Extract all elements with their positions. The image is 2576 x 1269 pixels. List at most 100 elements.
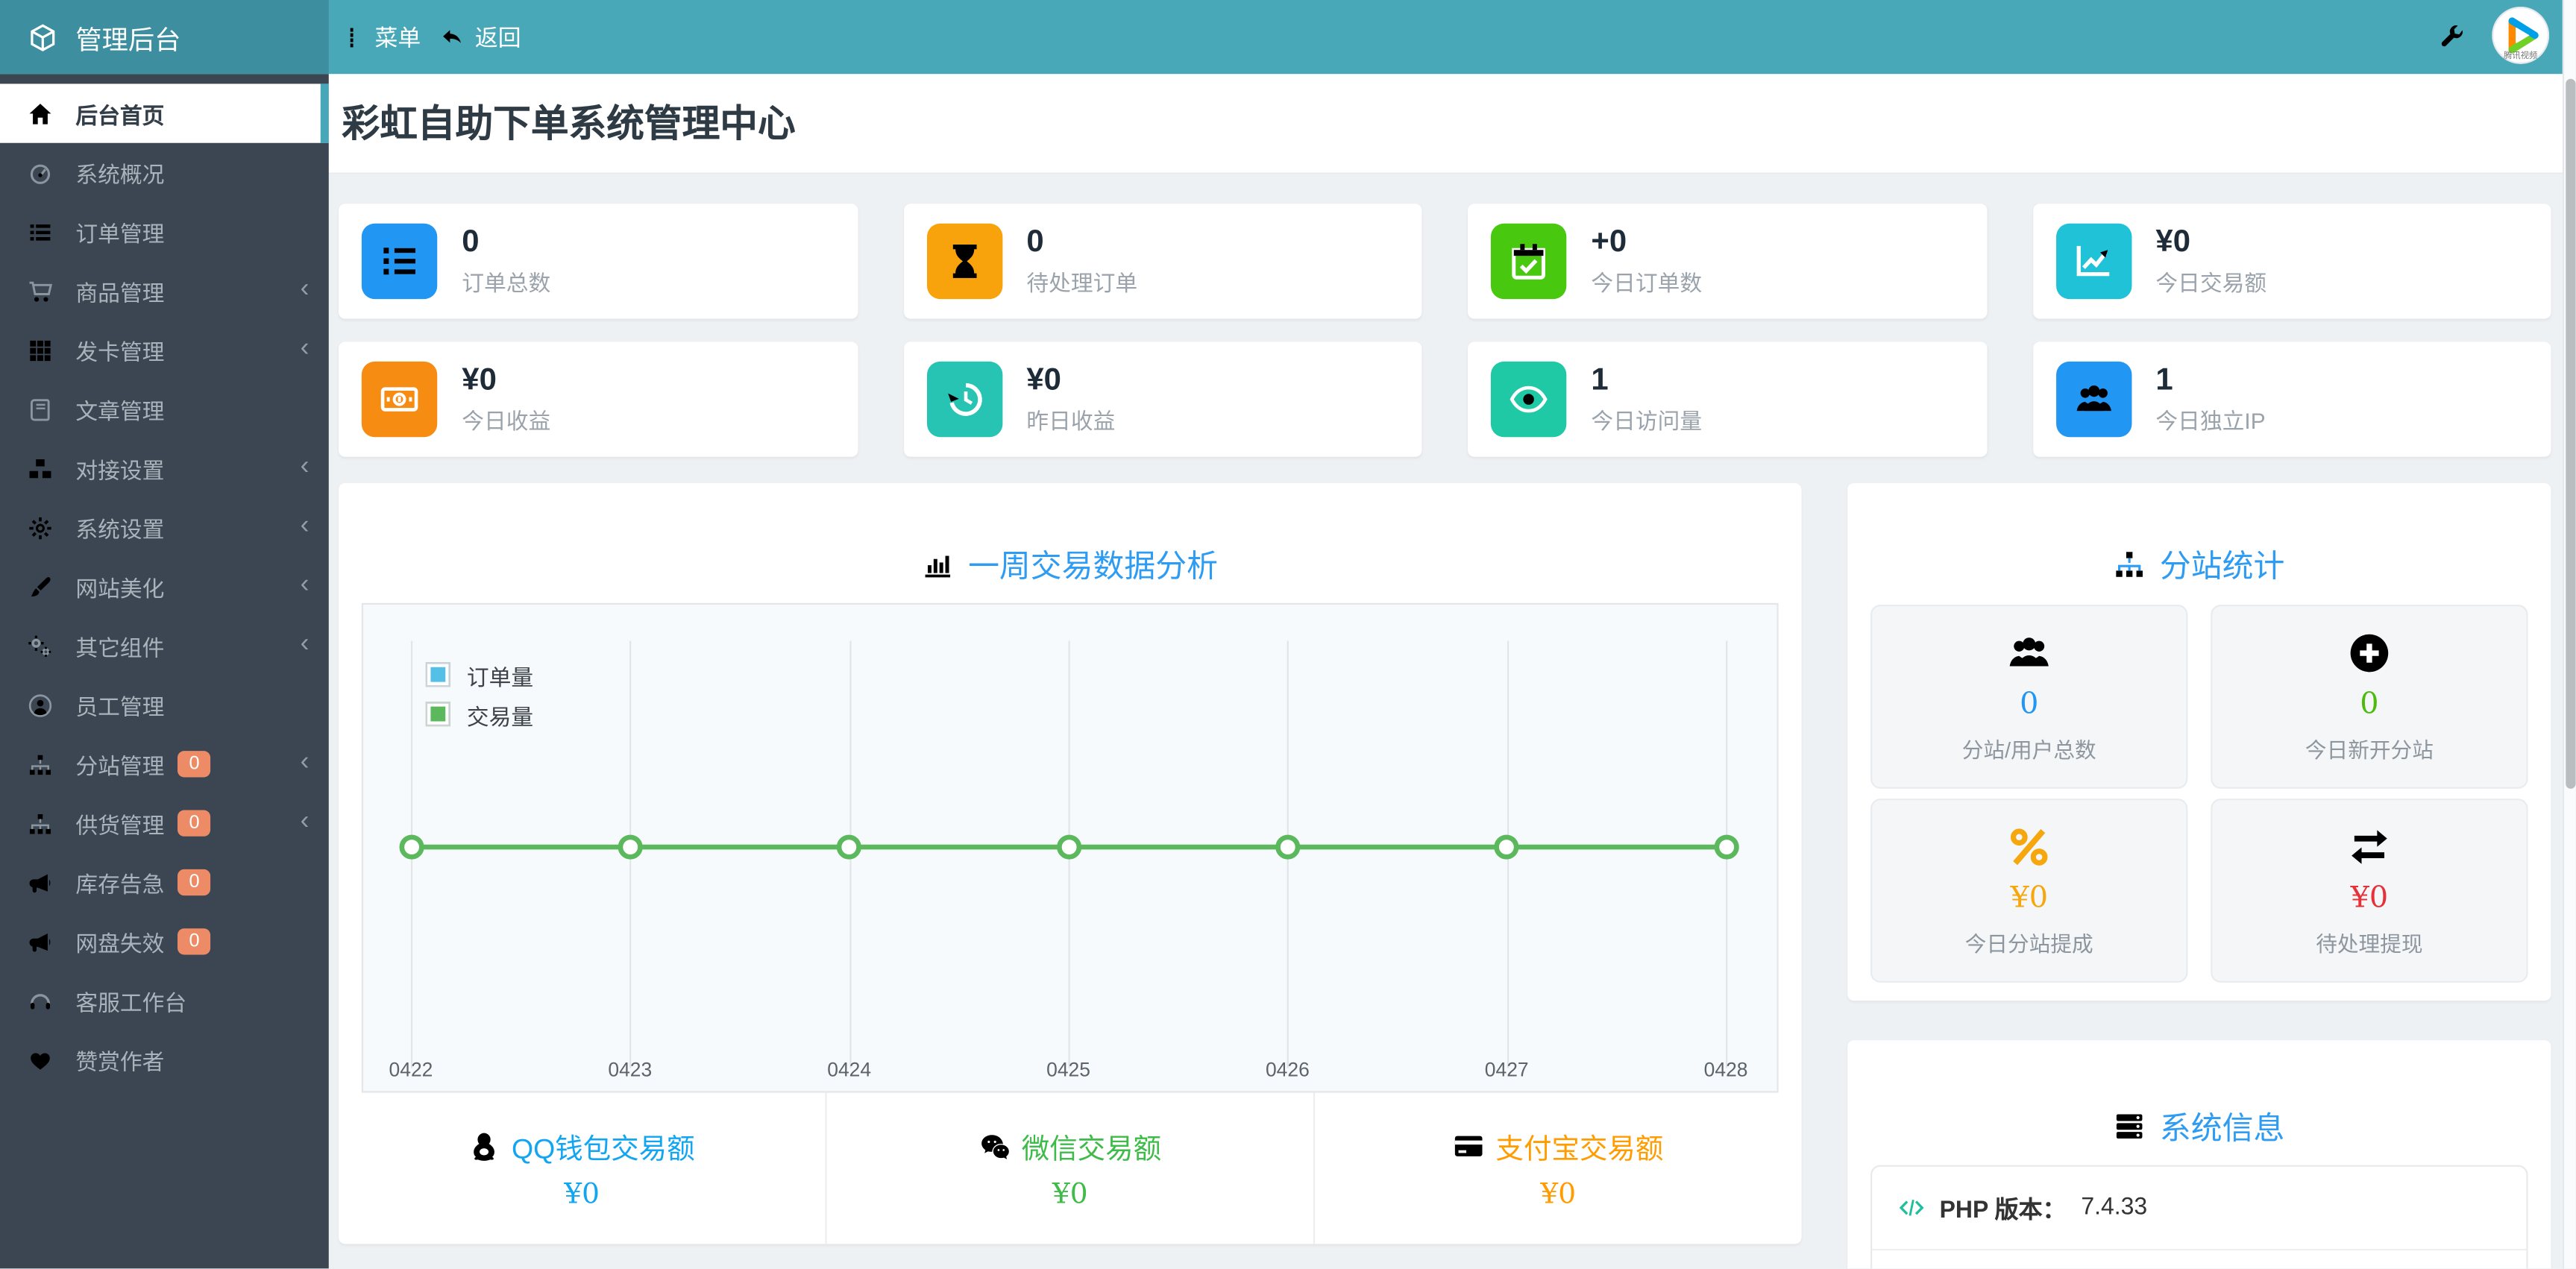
vertical-dots-icon (340, 25, 363, 48)
substat-value: 0 (2020, 686, 2039, 721)
chart-x-tick-label: 0423 (608, 1058, 653, 1082)
sidebar-item-label: 文章管理 (75, 399, 165, 424)
payment-value: ¥0 (1052, 1178, 1088, 1212)
user-avatar[interactable]: 腾讯视频 (2492, 6, 2550, 64)
stat-label: 今日订单数 (1591, 271, 1703, 297)
sidebar-item-support[interactable]: 客服工作台 (0, 972, 329, 1030)
stat-icon-box (361, 223, 438, 300)
hourglass-icon (944, 242, 984, 281)
substat-label: 今日分站提成 (1964, 931, 2093, 956)
stat-label: 今日访问量 (1591, 409, 1703, 435)
credit-card-icon (1453, 1130, 1484, 1162)
sidebar-item-orders[interactable]: 订单管理 (0, 202, 329, 261)
svg-text:腾讯视频: 腾讯视频 (2504, 50, 2537, 60)
substat-value: ¥0 (2350, 880, 2389, 915)
sidebar-item-staff[interactable]: 员工管理 (0, 676, 329, 734)
sidebar-item-donate[interactable]: 赞赏作者 (0, 1030, 329, 1089)
sidebar-item-overview[interactable]: 系统概况 (0, 143, 329, 202)
chevron-left-icon: ‹ (300, 629, 310, 658)
stat-icon-box (2055, 223, 2132, 300)
chart-x-tick-label: 0427 (1484, 1058, 1529, 1082)
stat-value: 0 (462, 224, 480, 259)
system-info-item-php-version: PHP 版本： 7.4.33 (1872, 1167, 2527, 1251)
list-icon (28, 219, 52, 244)
payment-label: QQ钱包交易额 (511, 1133, 695, 1165)
users-icon (2073, 380, 2113, 419)
system-info-panel: 系统信息 PHP 版本： 7.4.33 (1847, 1040, 2551, 1269)
sidebar-item-components[interactable]: 其它组件 ‹ (0, 616, 329, 675)
sidebar-item-products[interactable]: 商品管理 ‹ (0, 261, 329, 320)
qq-icon (469, 1130, 500, 1162)
sidebar-item-label: 客服工作台 (75, 990, 187, 1016)
sidebar-item-label: 网盘失效 (75, 931, 165, 957)
sidebar-item-cards[interactable]: 发卡管理 ‹ (0, 321, 329, 380)
menu-button[interactable]: 菜单 (330, 0, 430, 74)
substat-value: 0 (2360, 686, 2379, 721)
chart-legend: 订单量 交易量 (425, 662, 533, 743)
money-icon (380, 380, 419, 419)
stat-icon-box (2055, 361, 2132, 438)
substation-title-text: 分站统计 (2159, 550, 2285, 585)
bullhorn-icon (28, 870, 52, 895)
stat-icon-box (926, 361, 1002, 438)
scrollbar-thumb[interactable] (2566, 78, 2576, 789)
chevron-left-icon: ‹ (300, 807, 310, 836)
gears-icon (28, 634, 52, 658)
chart-x-tick-label: 0426 (1265, 1058, 1310, 1082)
code-icon (1899, 1194, 1925, 1221)
stat-text: ¥0 今日收益 (462, 362, 550, 436)
stat-value: ¥0 (1026, 362, 1061, 397)
chart-x-tick-label: 0424 (827, 1058, 872, 1082)
stat-value: ¥0 (2155, 224, 2191, 259)
stats-grid: 0 订单总数 0 待处理订单 +0 今日订单数 ¥0 今日交易额 ¥0 今日收益 ¥0 昨日收益 1 今日… (339, 204, 2551, 457)
server-icon (2114, 1111, 2145, 1142)
sidebar-item-netdisk-invalid[interactable]: 网盘失效 0 (0, 912, 329, 971)
stat-text: ¥0 昨日收益 (1026, 362, 1115, 436)
chevron-left-icon: ‹ (300, 274, 310, 303)
sidebar-item-articles[interactable]: 文章管理 (0, 380, 329, 438)
cal-check-icon (1509, 242, 1548, 281)
sidebar-item-home[interactable]: 后台首页 (0, 84, 329, 143)
stat-text: ¥0 今日交易额 (2155, 224, 2266, 298)
chart-data-marker (1494, 834, 1519, 860)
back-button[interactable]: 返回 (430, 0, 530, 74)
wrench-icon (2437, 23, 2465, 51)
chart-data-marker (1713, 834, 1738, 860)
substation-stats-panel: 分站统计 0 分站/用户总数 0 今日新开分站 ¥0 今日分站提成 ¥0 待处理提现 (1847, 482, 2551, 1001)
scrollbar-track[interactable] (2562, 0, 2576, 1269)
stat-card-today-ips: 1 今日独立IP (2032, 341, 2551, 457)
sidebar-item-integration[interactable]: 对接设置 ‹ (0, 438, 329, 497)
stat-card-today-profit: ¥0 今日收益 (339, 341, 858, 457)
stat-value: 1 (2155, 362, 2173, 397)
weekly-chart-panel: 一周交易数据分析 订单量 交易量 0422 0423 0424 0425 0426 0427… (339, 482, 1802, 1244)
percent-icon (2007, 824, 2052, 869)
heart-icon (28, 1048, 52, 1072)
payment-title: 支付宝交易额 (1453, 1126, 1663, 1167)
stat-value: 1 (1591, 362, 1609, 397)
payment-value: ¥0 (1540, 1178, 1577, 1212)
sidebar-item-suppliers[interactable]: 供货管理 0 ‹ (0, 793, 329, 852)
substat-value: ¥0 (2010, 880, 2048, 915)
sidebar-item-substations[interactable]: 分站管理 0 ‹ (0, 734, 329, 793)
sidebar-item-label: 其它组件 (75, 635, 165, 661)
users-icon (2007, 630, 2052, 675)
count-badge: 0 (178, 869, 211, 896)
sidebar-item-label: 网站美化 (75, 576, 165, 602)
book-icon (28, 397, 52, 421)
system-info-list: PHP 版本： 7.4.33 (1870, 1165, 2528, 1269)
settings-wrench-button[interactable] (2437, 0, 2465, 74)
sidebar-item-label: 后台首页 (75, 103, 165, 128)
substat-today-commission: ¥0 今日分站提成 (1870, 799, 2188, 983)
sidebar-item-label: 赞赏作者 (75, 1050, 165, 1075)
sidebar-item-stock-alert[interactable]: 库存告急 0 (0, 853, 329, 912)
stat-card-today-visits: 1 今日访问量 (1468, 341, 1987, 457)
stat-label: 今日交易额 (2155, 271, 2267, 297)
back-label: 返回 (474, 23, 521, 51)
substat-pending-withdraw: ¥0 待处理提现 (2211, 799, 2528, 983)
chart-data-marker (1275, 834, 1300, 860)
brand[interactable]: 管理后台 (0, 0, 329, 75)
sidebar-item-settings[interactable]: 系统设置 ‹ (0, 498, 329, 557)
sidebar-item-beautify[interactable]: 网站美化 ‹ (0, 557, 329, 616)
stat-label: 今日收益 (462, 409, 551, 435)
payment-label: 支付宝交易额 (1495, 1133, 1664, 1165)
